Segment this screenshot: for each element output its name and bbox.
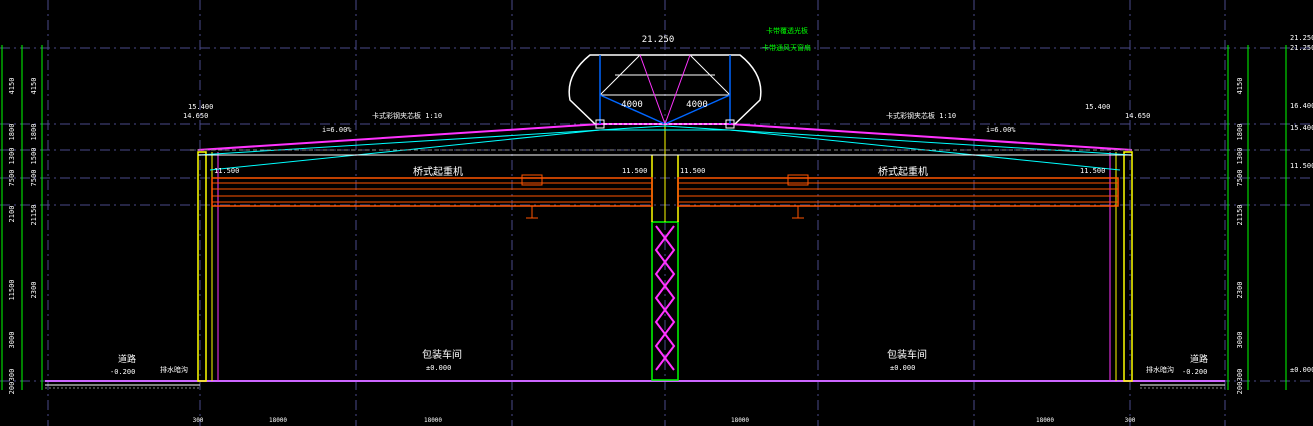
skylight-width-left: 4000 <box>621 100 643 110</box>
dimension-label: 7500 <box>30 170 38 187</box>
dimension-label: 1800 <box>8 124 16 141</box>
dimension-label: 2300 <box>30 282 38 299</box>
elevation-label: 11.500 <box>1290 162 1313 170</box>
skylight-note-2: 卡带通风天窗扇 <box>762 43 811 52</box>
left-column <box>197 151 219 382</box>
crane-right <box>677 174 1119 219</box>
roof-note-right: 卡式彩钢夹芯板 1:10 <box>886 111 956 120</box>
dimension-label: 200 <box>8 382 16 395</box>
road-label-left: 道路 <box>118 353 136 365</box>
crane-elev-4: 11.500 <box>1080 167 1105 175</box>
dimension-label: 300 <box>193 417 204 424</box>
corner-elevation: 21.250 <box>1290 34 1313 42</box>
crane-label-right: 桥式起重机 <box>878 165 928 178</box>
dimension-label: 4150 <box>30 78 38 95</box>
skylight-width-right: 4000 <box>686 100 708 110</box>
dimension-label: 18000 <box>269 417 287 424</box>
top-elev-label-4: 14.650 <box>1125 112 1150 120</box>
floor-elev-right: ±0.000 <box>890 364 915 372</box>
dimension-label: 18000 <box>731 417 749 424</box>
dimension-label: 4150 <box>8 78 16 95</box>
top-elevation: 21.250 <box>642 35 675 45</box>
elevation-label: 15.400 <box>1290 124 1313 132</box>
dimension-label: 2300 <box>1236 282 1244 299</box>
road-elev-right: -0.200 <box>1182 368 1207 376</box>
dimension-label: 21150 <box>30 204 38 225</box>
elevation-drawing: 21.250 卡带覆透光板 卡带通风天窗扇 4000 4000 卡式彩钢夹芯板 … <box>0 0 1313 426</box>
slope-right: i=6.00% <box>986 126 1016 134</box>
slope-left: i=6.00% <box>322 126 352 134</box>
dimension-label: 2100 <box>8 206 16 223</box>
bottom-dimension-labels: 300 18000 18000 18000 18000 300 <box>193 417 1136 424</box>
dimension-label: 1800 <box>30 124 38 141</box>
dimension-label: 18000 <box>1036 417 1054 424</box>
dimension-label: 21150 <box>1236 204 1244 225</box>
road-elev-left: -0.200 <box>110 368 135 376</box>
dimension-label: 3000 <box>8 332 16 349</box>
floor-elev-left: ±0.000 <box>426 364 451 372</box>
crane-left <box>211 174 653 219</box>
dimension-label: 7500 <box>8 170 16 187</box>
dimension-label: 300 <box>8 369 16 382</box>
dimension-label: 7500 <box>1236 170 1244 187</box>
road-label-right: 道路 <box>1190 353 1208 365</box>
dimension-label: 3000 <box>1236 332 1244 349</box>
dimension-label: 300 <box>1125 417 1136 424</box>
crane-elev-1: 11.500 <box>214 167 239 175</box>
top-elev-label-1: 15.400 <box>188 103 213 111</box>
top-elev-label-2: 14.650 <box>183 112 208 120</box>
elevation-label: ±0.000 <box>1290 366 1313 374</box>
skylight-note-1: 卡带覆透光板 <box>766 26 808 35</box>
elevation-label: 16.400 <box>1290 102 1313 110</box>
roof-note-left: 卡式彩钢夹芯板 1:10 <box>372 111 442 120</box>
drain-label-left: 排水暗沟 <box>160 365 188 374</box>
dimension-label: 1300 <box>1236 148 1244 165</box>
right-column <box>1109 151 1133 382</box>
ground-line <box>45 380 1225 389</box>
dimension-label: 4150 <box>1236 78 1244 95</box>
dimension-label: 1300 <box>8 148 16 165</box>
dimension-label: 200 <box>1236 382 1244 395</box>
dimension-label: 1800 <box>1236 124 1244 141</box>
elevation-label: 21.250 <box>1290 44 1313 52</box>
dimension-label: 1500 <box>30 148 38 165</box>
crane-label-left: 桥式起重机 <box>413 165 463 178</box>
drain-label-right: 排水暗沟 <box>1146 365 1174 374</box>
crane-elev-2: 11.500 <box>622 167 647 175</box>
dimension-label: 11500 <box>8 279 16 300</box>
workshop-label-left: 包装车间 <box>422 348 462 361</box>
crane-elev-3: 11.500 <box>680 167 705 175</box>
left-dimension-labels: 4150 1800 1300 7500 2100 11500 3000 300200 4150 1… <box>8 78 38 395</box>
dimension-label: 300 <box>1236 369 1244 382</box>
top-elev-label-3: 15.400 <box>1085 103 1110 111</box>
workshop-label-right: 包装车间 <box>887 348 927 361</box>
dimension-label: 18000 <box>424 417 442 424</box>
